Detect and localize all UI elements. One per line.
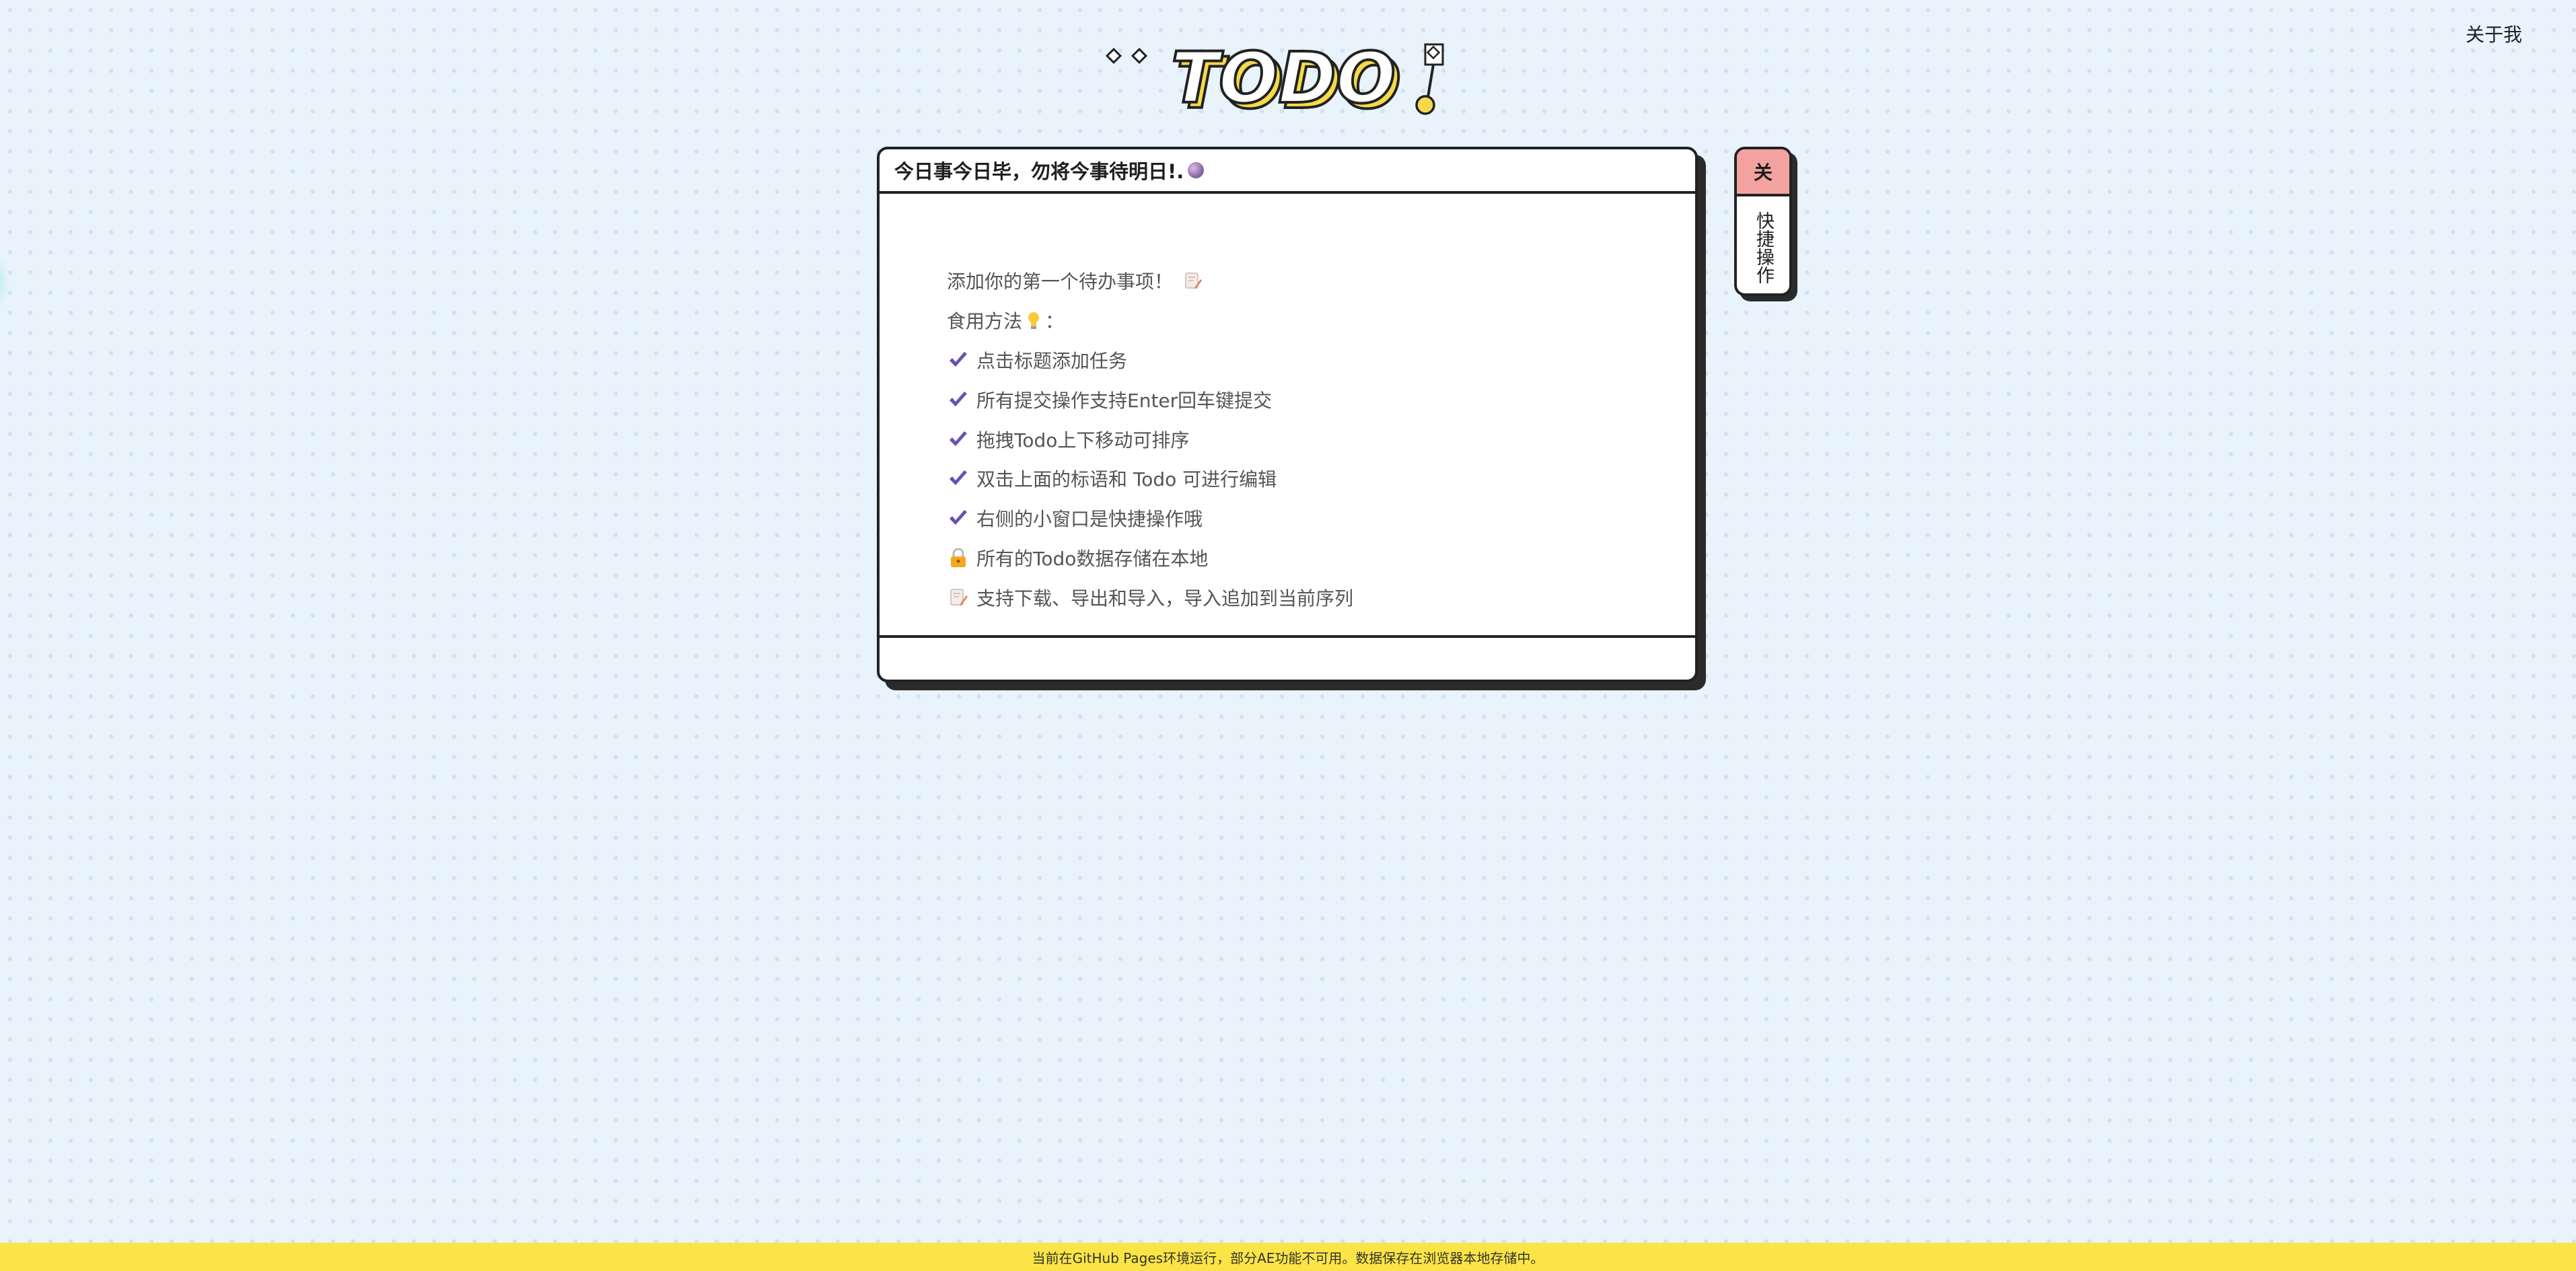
todo-card: 今日事今日毕，勿将今事待明日!. 添加你的第一个待办事项！ 食用方法 ： 点击标… — [877, 147, 1698, 682]
empty-hint-text: 添加你的第一个待办事项！ — [947, 270, 1174, 293]
memo-icon — [1185, 273, 1203, 289]
logo-exclamation — [1415, 43, 1444, 115]
crystal-ball-icon — [1188, 162, 1205, 178]
tip-item: 右侧的小窗口是快捷操作哦 — [947, 499, 1695, 538]
tip-text: 右侧的小窗口是快捷操作哦 — [976, 508, 1203, 531]
check-icon — [950, 391, 967, 406]
check-icon — [950, 351, 967, 367]
tip-item: 所有的Todo数据存储在本地 — [947, 538, 1695, 578]
about-link[interactable]: 关于我 — [2466, 20, 2522, 47]
tip-item: 支持下载、导出和导入，导入追加到当前序列 — [947, 577, 1695, 617]
card-title[interactable]: 今日事今日毕，勿将今事待明日!. — [894, 156, 1184, 184]
logo-diamond-right — [1131, 47, 1148, 65]
tip-item: 双击上面的标语和 Todo 可进行编辑 — [947, 459, 1695, 499]
empty-hint: 添加你的第一个待办事项！ — [947, 261, 1695, 301]
tip-item: 所有提交操作支持Enter回车键提交 — [947, 379, 1695, 419]
card-title-bar[interactable]: 今日事今日毕，勿将今事待明日!. — [880, 149, 1695, 194]
check-icon — [950, 470, 967, 486]
lock-icon — [951, 548, 966, 567]
usage-label: 食用方法 — [947, 310, 1023, 333]
tip-text: 支持下载、导出和导入，导入追加到当前序列 — [976, 587, 1354, 610]
todo-logo: TODO TODO — [1105, 36, 1444, 122]
side-decoration — [0, 256, 9, 310]
quick-actions-title[interactable]: 快捷操作 — [1753, 196, 1774, 288]
card-footer — [880, 635, 1695, 680]
tip-text: 双击上面的标语和 Todo 可进行编辑 — [976, 468, 1277, 491]
environment-status-text: 当前在GitHub Pages环境运行，部分AE功能不可用。数据保存在浏览器本地… — [1032, 1249, 1544, 1266]
logo-letters: TODO — [1171, 37, 1396, 119]
tip-text: 所有的Todo数据存储在本地 — [976, 547, 1209, 570]
tip-item: 拖拽Todo上下移动可排序 — [947, 419, 1695, 459]
memo-icon — [950, 589, 968, 606]
check-icon — [950, 431, 967, 446]
tip-item: 点击标题添加任务 — [947, 340, 1695, 380]
quick-actions-close-button[interactable]: 关 — [1737, 149, 1789, 196]
lightbulb-icon — [1028, 312, 1040, 330]
check-icon — [950, 510, 967, 525]
usage-heading: 食用方法 ： — [947, 301, 1695, 340]
logo-diamond-left — [1105, 47, 1122, 65]
empty-state: 添加你的第一个待办事项！ 食用方法 ： 点击标题添加任务 所有提交操作支持Ent… — [880, 194, 1695, 635]
tip-text: 拖拽Todo上下移动可排序 — [976, 429, 1190, 451]
usage-colon: ： — [1045, 310, 1065, 333]
tip-text: 点击标题添加任务 — [976, 349, 1128, 372]
tip-text: 所有提交操作支持Enter回车键提交 — [976, 389, 1273, 412]
environment-status-bar: 当前在GitHub Pages环境运行，部分AE功能不可用。数据保存在浏览器本地… — [0, 1243, 2576, 1271]
quick-actions-panel: 关 快捷操作 — [1734, 147, 1792, 296]
